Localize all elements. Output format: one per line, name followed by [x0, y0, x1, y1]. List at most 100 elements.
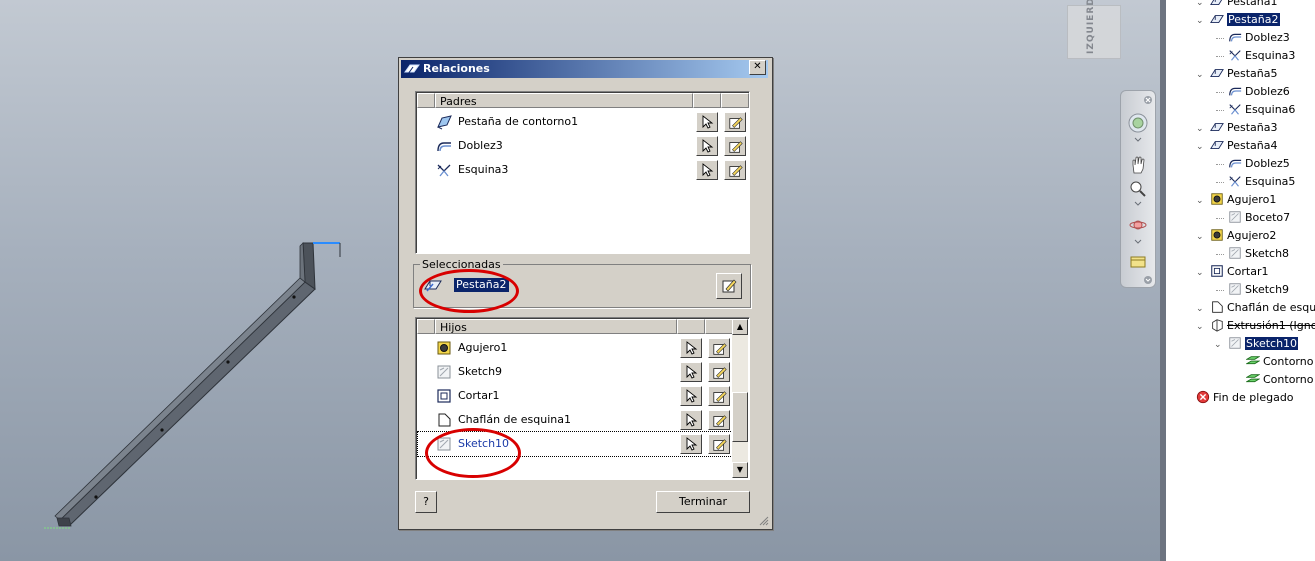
- select-child-button[interactable]: [680, 410, 702, 430]
- column-header-select[interactable]: [693, 93, 721, 108]
- browser-node-label: Agujero1: [1227, 193, 1277, 206]
- dialog-titlebar[interactable]: Relaciones: [401, 60, 768, 78]
- extrusion-icon: [1212, 319, 1223, 332]
- select-parent-button[interactable]: [696, 112, 718, 132]
- help-button[interactable]: ?: [415, 491, 437, 513]
- row-icon: [436, 138, 452, 154]
- browser-node[interactable]: Agujero2: [1210, 228, 1276, 244]
- expand-toggle-icon[interactable]: ⌄: [1196, 197, 1204, 206]
- column-header-blank[interactable]: [417, 319, 435, 334]
- column-header-padres[interactable]: Padres: [435, 93, 693, 108]
- column-header-edit[interactable]: [721, 93, 749, 108]
- parent-row[interactable]: Esquina3: [418, 158, 746, 182]
- expand-toggle-icon[interactable]: ⌄: [1196, 269, 1204, 278]
- row-icon: [436, 388, 452, 404]
- select-child-button[interactable]: [680, 386, 702, 406]
- expand-toggle-icon[interactable]: ⌄: [1196, 323, 1204, 332]
- pan-hand-icon[interactable]: [1128, 155, 1148, 175]
- column-header-blank[interactable]: [417, 93, 435, 108]
- browser-node[interactable]: Boceto7: [1228, 210, 1290, 226]
- sketch-icon: [1229, 211, 1241, 223]
- browser-node[interactable]: Chaflán de esquina: [1210, 300, 1315, 316]
- browser-node[interactable]: Contorno p: [1245, 354, 1315, 370]
- child-row[interactable]: Agujero1: [418, 336, 732, 360]
- relationships-dialog: Relaciones ✕ Padres Pestaña de contorno1…: [398, 57, 773, 530]
- edit-parent-button[interactable]: [724, 112, 746, 132]
- expand-toggle-icon[interactable]: ⌄: [1196, 125, 1204, 134]
- parent-row[interactable]: Pestaña de contorno1: [418, 110, 746, 134]
- browser-node[interactable]: Cortar1: [1210, 264, 1269, 280]
- close-icon[interactable]: [1143, 95, 1153, 105]
- orbit-icon[interactable]: [1128, 215, 1148, 235]
- customize-icon[interactable]: [1143, 275, 1153, 285]
- child-row[interactable]: Sketch9: [418, 360, 732, 384]
- close-button[interactable]: ✕: [749, 60, 766, 75]
- expand-toggle-icon[interactable]: ⌄: [1196, 233, 1204, 242]
- select-child-button[interactable]: [680, 338, 702, 358]
- model-browser[interactable]: Pestaña1 ⌄ Pestaña2 ⌄ Doblez3 Esquina3 Pestaña…: [1160, 0, 1315, 561]
- expand-toggle-icon[interactable]: ⌄: [1196, 71, 1204, 80]
- select-child-button[interactable]: [680, 362, 702, 382]
- browser-node-label: Doblez3: [1245, 31, 1290, 44]
- browser-node[interactable]: Extrusión1 (Ignora: [1210, 318, 1315, 334]
- navigation-bar[interactable]: [1120, 90, 1156, 288]
- browser-node[interactable]: Doblez6: [1228, 84, 1290, 100]
- select-parent-button[interactable]: [696, 136, 718, 156]
- column-header-edit[interactable]: [705, 319, 733, 334]
- edit-feature-icon: [713, 439, 727, 451]
- chevron-down-icon[interactable]: [1128, 135, 1148, 145]
- browser-node-label: Agujero2: [1227, 229, 1277, 242]
- edit-parent-button[interactable]: [724, 136, 746, 156]
- expand-toggle-icon[interactable]: ⌄: [1196, 0, 1204, 8]
- steering-wheel-icon[interactable]: [1128, 113, 1148, 133]
- parent-row[interactable]: Doblez3: [418, 134, 746, 158]
- close-icon: ✕: [753, 61, 762, 72]
- edit-selected-button[interactable]: [716, 273, 742, 299]
- browser-node[interactable]: Esquina6: [1228, 102, 1295, 118]
- select-parent-button[interactable]: [696, 160, 718, 180]
- browser-node[interactable]: Fin de plegado: [1196, 390, 1294, 406]
- browser-node[interactable]: Pestaña4: [1210, 138, 1278, 154]
- children-scrollbar[interactable]: ▲ ▼: [732, 319, 748, 478]
- scroll-thumb[interactable]: [732, 392, 748, 442]
- expand-toggle-icon[interactable]: ⌄: [1196, 17, 1204, 26]
- child-row[interactable]: Cortar1: [418, 384, 732, 408]
- column-header-select[interactable]: [677, 319, 705, 334]
- browser-node[interactable]: Esquina5: [1228, 174, 1295, 190]
- column-header-hijos[interactable]: Hijos: [435, 319, 677, 334]
- browser-node[interactable]: Esquina3: [1228, 48, 1295, 64]
- resize-grip-icon[interactable]: [757, 514, 769, 526]
- edit-child-button[interactable]: [708, 338, 730, 358]
- look-at-icon[interactable]: [1128, 251, 1148, 271]
- browser-node[interactable]: Sketch9: [1228, 282, 1289, 298]
- edit-child-button[interactable]: [708, 362, 730, 382]
- browser-node[interactable]: Doblez5: [1228, 156, 1290, 172]
- edit-child-button[interactable]: [708, 386, 730, 406]
- browser-node[interactable]: Pestaña3: [1210, 120, 1278, 136]
- view-cube[interactable]: IZQUIERDA: [1067, 0, 1121, 59]
- zoom-icon[interactable]: [1128, 179, 1148, 199]
- scroll-down-button[interactable]: ▼: [732, 462, 748, 478]
- chevron-down-icon[interactable]: [1128, 199, 1148, 209]
- scroll-up-button[interactable]: ▲: [732, 319, 748, 335]
- browser-node[interactable]: Sketch8: [1228, 246, 1289, 262]
- select-child-button[interactable]: [680, 434, 702, 454]
- finish-button[interactable]: Terminar: [656, 491, 750, 513]
- browser-node[interactable]: Doblez3: [1228, 30, 1290, 46]
- chevron-down-icon[interactable]: [1128, 237, 1148, 247]
- browser-node[interactable]: Pestaña1: [1210, 0, 1278, 10]
- browser-node[interactable]: Pestaña5: [1210, 66, 1278, 82]
- expand-toggle-icon[interactable]: ⌄: [1214, 341, 1222, 350]
- edit-child-button[interactable]: [708, 434, 730, 454]
- browser-node[interactable]: Agujero1: [1210, 192, 1276, 208]
- parents-list[interactable]: Padres Pestaña de contorno1 Doblez3 Esquin…: [415, 91, 750, 254]
- expand-toggle-icon[interactable]: ⌄: [1196, 143, 1204, 152]
- browser-node[interactable]: Sketch10: [1228, 336, 1299, 352]
- edit-parent-button[interactable]: [724, 160, 746, 180]
- expand-toggle-icon[interactable]: ⌄: [1196, 305, 1204, 314]
- cursor-arrow-icon: [686, 437, 698, 451]
- browser-node[interactable]: Pestaña2: [1210, 12, 1280, 28]
- edit-child-button[interactable]: [708, 410, 730, 430]
- edit-feature-icon: [722, 279, 737, 293]
- browser-node[interactable]: Contorno p: [1245, 372, 1315, 388]
